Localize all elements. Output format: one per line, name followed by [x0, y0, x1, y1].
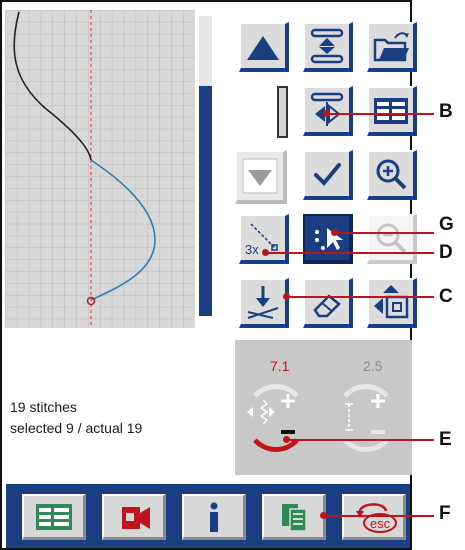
scroll-down-button[interactable] [235, 150, 287, 204]
callout-d-line [265, 252, 434, 254]
zoom-in-button[interactable] [367, 150, 417, 200]
escape-label: esc [369, 516, 390, 531]
stitch-grid [5, 10, 195, 328]
callout-d-label: D [439, 242, 453, 263]
confirm-button[interactable] [303, 150, 353, 200]
callout-c-line [286, 296, 434, 298]
stitch-width-value: 7.1 [270, 358, 290, 374]
stitch-list-button[interactable] [367, 86, 417, 136]
callout-e-line [286, 439, 434, 441]
triple-stitch-label: 3x [245, 242, 259, 257]
select-stitch-button[interactable] [303, 214, 353, 264]
copy-icon [281, 503, 307, 532]
triangle-down-icon [242, 158, 278, 194]
vertical-move-icon [310, 28, 344, 64]
width-adjust-icon [247, 384, 299, 452]
callout-g-label: G [439, 214, 454, 235]
info-button[interactable] [182, 494, 246, 540]
selection-text: selected 9 / actual 19 [10, 420, 143, 436]
menu-list-icon [35, 503, 72, 530]
insert-stitch-icon [247, 286, 279, 319]
menu-list-button[interactable] [22, 494, 86, 540]
scrollbar-thumb[interactable] [199, 86, 212, 316]
copy-button[interactable] [262, 494, 326, 540]
machine-screen: 3x 7.1 2.5 19 stitches selected 9 / actu… [0, 0, 417, 550]
position-indicator [277, 86, 288, 138]
callout-f-label: F [439, 503, 451, 524]
stitch-adjust-panel: 7.1 2.5 [235, 340, 412, 475]
triple-stitch-button[interactable]: 3x [239, 214, 289, 264]
checkmark-icon [314, 163, 341, 186]
width-adjust-knob[interactable] [243, 382, 309, 452]
sewing-mode-icon [121, 506, 150, 529]
callout-g-line [334, 232, 434, 234]
callout-f-line [323, 515, 434, 517]
escape-button[interactable]: esc [342, 494, 406, 540]
shift-position-icon [374, 285, 409, 319]
callout-b-label: B [439, 101, 453, 122]
sewing-mode-button[interactable] [102, 494, 166, 540]
move-position-button[interactable] [303, 22, 353, 72]
zoom-in-icon [376, 159, 407, 190]
info-icon [209, 502, 218, 532]
eraser-icon [313, 294, 341, 318]
open-file-button[interactable] [367, 22, 417, 72]
length-adjust-knob[interactable] [333, 382, 399, 452]
stitch-scrollbar[interactable] [199, 16, 212, 316]
stitch-length-value: 2.5 [363, 358, 383, 374]
zoom-out-button[interactable] [367, 214, 417, 264]
folder-open-icon [373, 32, 409, 62]
screenshot-stage: 3x 7.1 2.5 19 stitches selected 9 / actu… [0, 0, 465, 550]
list-icon [374, 98, 408, 124]
stitch-edit-area[interactable] [5, 10, 195, 328]
insert-stitch-button[interactable] [239, 278, 289, 328]
stitch-count-text: 19 stitches [10, 399, 77, 415]
stitch-info: 19 stitches selected 9 / actual 19 [10, 397, 142, 439]
callout-b-line [326, 113, 434, 115]
callout-c-label: C [439, 286, 453, 307]
shift-position-button[interactable] [367, 278, 417, 328]
length-adjust-icon [343, 384, 389, 452]
delete-stitch-button[interactable] [303, 278, 353, 328]
callout-e-label: E [439, 429, 452, 450]
triangle-up-icon [247, 36, 279, 60]
scroll-up-button[interactable] [239, 22, 289, 72]
